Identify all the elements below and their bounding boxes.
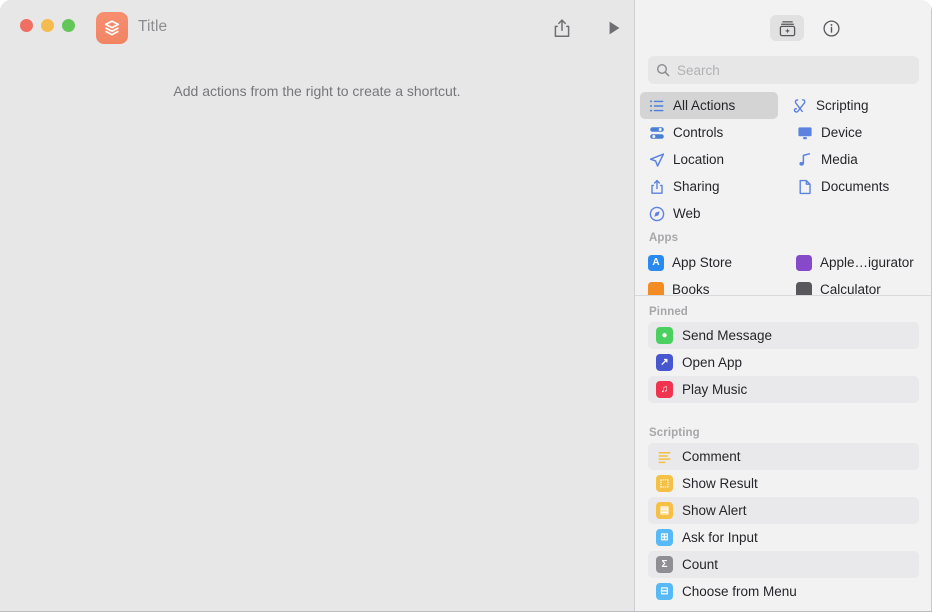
- action-item-label: Ask for Input: [682, 530, 758, 545]
- music-note-icon: [796, 151, 813, 168]
- share-icon[interactable]: [548, 14, 576, 42]
- list-bullet-icon: [648, 97, 665, 114]
- app-item-calculator[interactable]: Calculator: [783, 276, 931, 295]
- action-item-label: Choose from Menu: [682, 584, 797, 599]
- category-item-device[interactable]: Device: [783, 119, 931, 146]
- category-item-web[interactable]: Web: [635, 200, 783, 227]
- app-store-icon: A: [648, 254, 664, 271]
- action-list[interactable]: Pinned ● Send Message ↗ Open App ♫ Play Music…: [635, 296, 932, 612]
- action-library-icon[interactable]: [770, 15, 804, 41]
- category-item-all-actions[interactable]: All Actions: [640, 92, 778, 119]
- category-item-label: Location: [673, 152, 725, 167]
- category-item-label: Web: [673, 206, 701, 221]
- play-icon[interactable]: [600, 14, 628, 42]
- app-row: A App Store Apple…igurator: [635, 249, 932, 276]
- category-row: All Actions Scripting: [635, 92, 932, 119]
- window-controls[interactable]: [20, 19, 75, 32]
- paperplane-icon: [648, 151, 665, 168]
- action-item-comment[interactable]: Comment: [648, 443, 919, 470]
- info-icon[interactable]: [814, 15, 848, 41]
- app-item-app-store[interactable]: A App Store: [635, 249, 783, 276]
- category-item-label: Controls: [673, 125, 724, 140]
- show-result-icon: ⬚: [656, 475, 673, 492]
- category-item-controls[interactable]: Controls: [635, 119, 783, 146]
- compass-icon: [648, 205, 665, 222]
- app-item-apple-igurator[interactable]: Apple…igurator: [783, 249, 931, 276]
- titlebar: Title: [0, 0, 634, 56]
- count-sigma-icon: Σ: [656, 556, 673, 573]
- choose-from-menu-icon: ⊟: [656, 583, 673, 600]
- search-input[interactable]: [677, 62, 897, 78]
- category-row: Web: [635, 200, 932, 227]
- ask-for-input-icon: ⊞: [656, 529, 673, 546]
- app-item-books[interactable]: Books: [635, 276, 783, 295]
- share-up-icon: [648, 178, 665, 195]
- category-item-label: Scripting: [816, 98, 869, 113]
- books-icon: [648, 281, 664, 295]
- message-bubble-icon: ●: [656, 327, 673, 344]
- scripting-section-heading: Scripting: [649, 427, 700, 439]
- action-item-choose-from-menu[interactable]: ⊟ Choose from Menu: [648, 578, 919, 605]
- sliders-icon: [648, 124, 665, 141]
- display-icon: [796, 124, 813, 141]
- category-item-location[interactable]: Location: [635, 146, 783, 173]
- action-item-label: Play Music: [682, 382, 748, 397]
- category-item-label: Media: [821, 152, 858, 167]
- category-item-label: Documents: [821, 179, 890, 194]
- action-item-label: Comment: [682, 449, 741, 464]
- category-row: Controls Device: [635, 119, 932, 146]
- comment-lines-icon: [656, 448, 673, 465]
- category-item-label: All Actions: [673, 98, 736, 113]
- action-item-label: Show Result: [682, 476, 758, 491]
- category-grid[interactable]: All Actions Scripting Controls Device Locati…: [635, 92, 932, 295]
- arrow-up-right-icon: ↗: [656, 354, 673, 371]
- action-item-show-alert[interactable]: ▤ Show Alert: [648, 497, 919, 524]
- action-item-count[interactable]: Σ Count: [648, 551, 919, 578]
- calculator-icon: [796, 281, 812, 295]
- app-item-label: App Store: [672, 255, 733, 270]
- action-item-label: Open App: [682, 355, 743, 370]
- close-window-button[interactable]: [20, 19, 33, 32]
- action-item-send-message[interactable]: ● Send Message: [648, 322, 919, 349]
- category-item-media[interactable]: Media: [783, 146, 931, 173]
- show-alert-icon: ▤: [656, 502, 673, 519]
- library-toolbar: [635, 0, 932, 56]
- search-field[interactable]: [648, 56, 919, 84]
- app-item-label: Calculator: [820, 282, 881, 295]
- action-item-label: Show Alert: [682, 503, 747, 518]
- category-item-scripting[interactable]: Scripting: [778, 92, 926, 119]
- pane-divider[interactable]: [634, 0, 635, 612]
- maximize-window-button[interactable]: [62, 19, 75, 32]
- scroll-icon: [791, 97, 808, 114]
- shortcuts-app-icon[interactable]: [96, 12, 128, 44]
- app-item-label: Apple…igurator: [820, 255, 914, 270]
- app-row: Books Calculator: [635, 276, 932, 295]
- empty-canvas-hint: Add actions from the right to create a s…: [173, 83, 461, 99]
- shortcuts-window: Title Add actions from the right to crea…: [0, 0, 932, 612]
- shortcut-title[interactable]: Title: [138, 18, 167, 36]
- action-item-play-music[interactable]: ♫ Play Music: [648, 376, 919, 403]
- apple-configurator-icon: [796, 254, 812, 271]
- action-item-label: Send Message: [682, 328, 773, 343]
- action-item-ask-for-input[interactable]: ⊞ Ask for Input: [648, 524, 919, 551]
- music-note-icon: ♫: [656, 381, 673, 398]
- apps-section-heading: Apps: [649, 232, 679, 244]
- shortcut-editor-pane: Title Add actions from the right to crea…: [0, 0, 634, 612]
- pinned-section-heading: Pinned: [649, 306, 688, 318]
- category-item-sharing[interactable]: Sharing: [635, 173, 783, 200]
- category-item-documents[interactable]: Documents: [783, 173, 931, 200]
- category-row: Sharing Documents: [635, 173, 932, 200]
- action-library-pane: All Actions Scripting Controls Device Locati…: [635, 0, 932, 612]
- app-item-label: Books: [672, 282, 710, 295]
- action-item-open-app[interactable]: ↗ Open App: [648, 349, 919, 376]
- minimize-window-button[interactable]: [41, 19, 54, 32]
- category-item-label: Sharing: [673, 179, 720, 194]
- category-row: Location Media: [635, 146, 932, 173]
- search-icon: [656, 63, 670, 77]
- action-item-show-result[interactable]: ⬚ Show Result: [648, 470, 919, 497]
- action-item-label: Count: [682, 557, 719, 572]
- category-item-label: Device: [821, 125, 863, 140]
- document-icon: [796, 178, 813, 195]
